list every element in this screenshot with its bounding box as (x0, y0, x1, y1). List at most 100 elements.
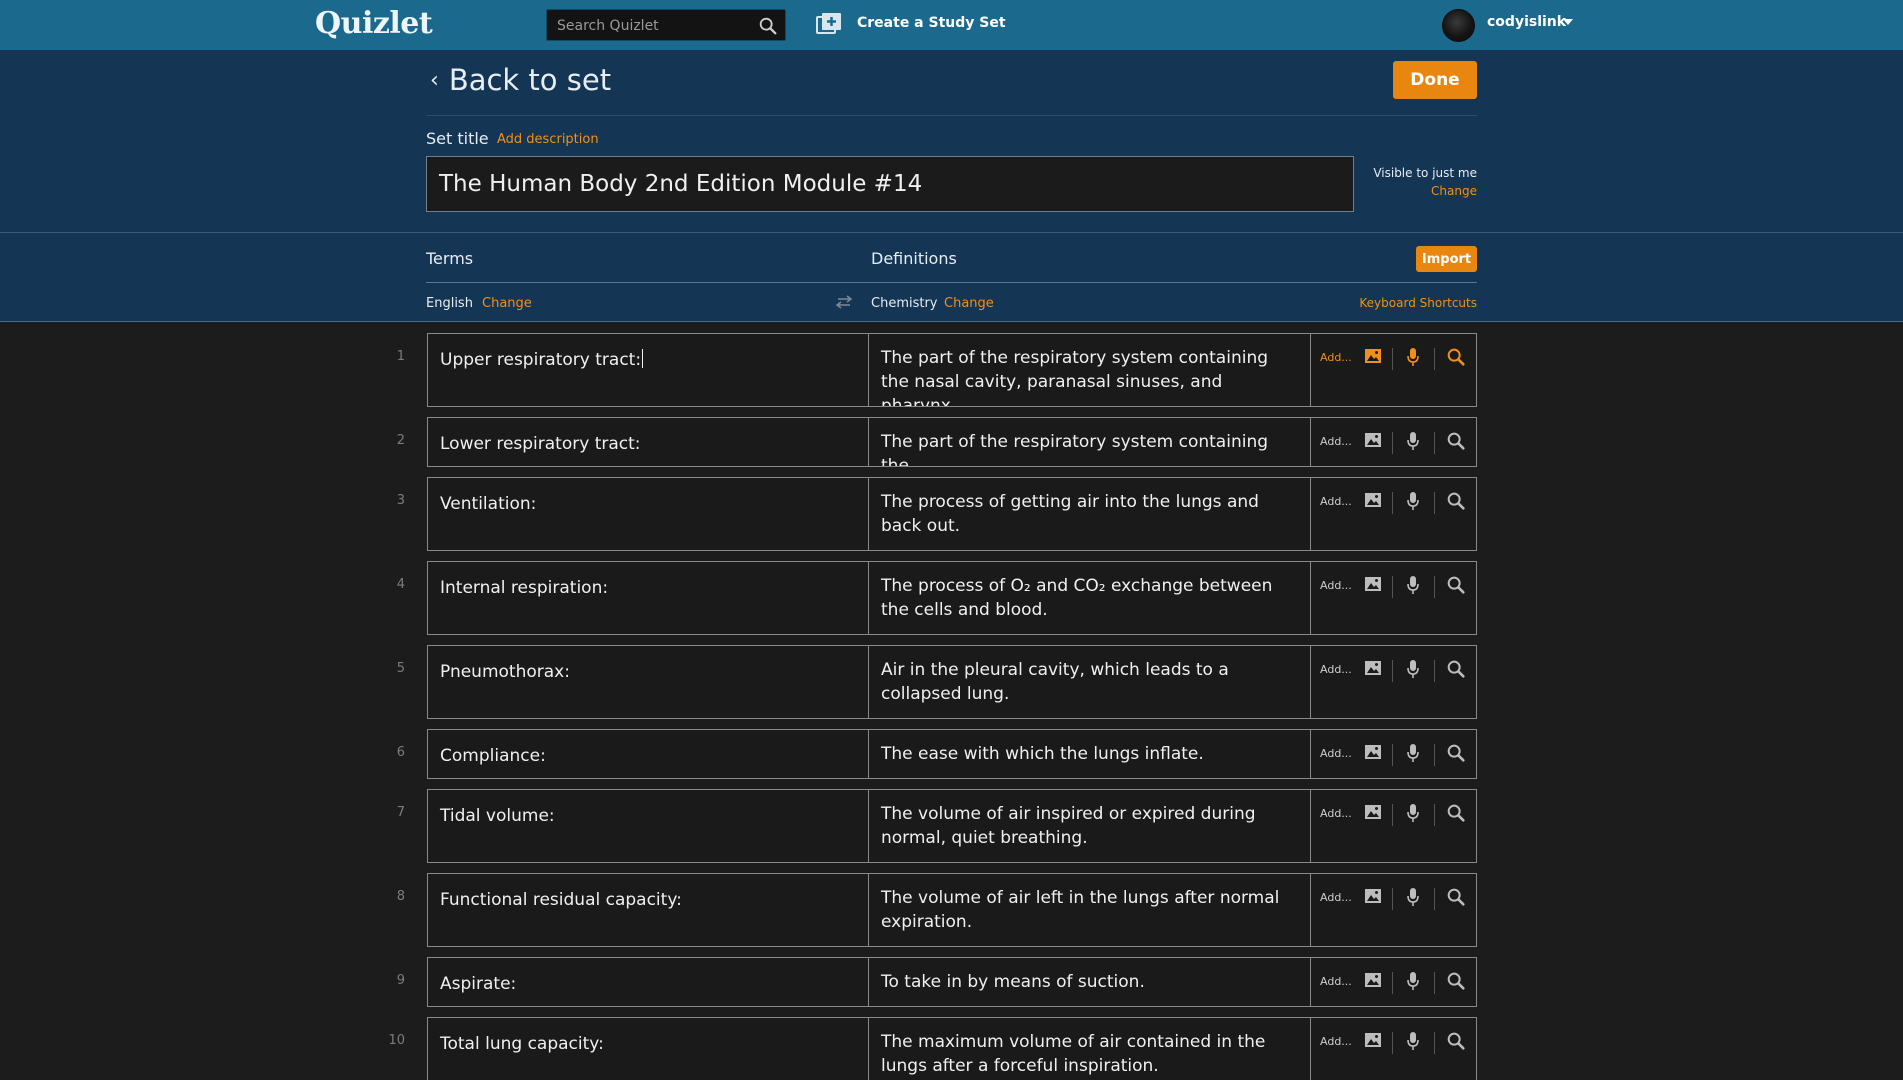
divider (1392, 1032, 1393, 1054)
term-language-change-link[interactable]: Change (482, 296, 532, 311)
image-icon[interactable] (1364, 888, 1382, 904)
chevron-left-icon: ‹ (430, 67, 439, 93)
divider (1434, 888, 1435, 910)
divider (1434, 432, 1435, 454)
create-set-icon[interactable] (816, 12, 842, 36)
microphone-icon[interactable] (1406, 431, 1420, 451)
image-icon[interactable] (1364, 1032, 1382, 1048)
search-icon[interactable] (1445, 490, 1467, 512)
add-image-link[interactable]: Add... (1320, 663, 1352, 676)
image-icon[interactable] (1364, 804, 1382, 820)
microphone-icon[interactable] (1406, 803, 1420, 823)
search-icon[interactable] (1445, 1030, 1467, 1052)
definition-input[interactable]: The part of the respiratory system conta… (869, 334, 1311, 406)
image-icon[interactable] (1364, 348, 1382, 364)
card-number: 4 (396, 577, 405, 592)
username[interactable]: codyislink (1487, 14, 1566, 30)
definition-language-change-link[interactable]: Change (944, 296, 994, 311)
definition-input[interactable]: The part of the respiratory system conta… (869, 418, 1311, 466)
text-cursor (642, 349, 644, 368)
back-to-set-link[interactable]: ‹ Back to set (430, 62, 611, 98)
term-input[interactable]: Compliance: (428, 730, 869, 778)
term-input[interactable]: Functional residual capacity: (428, 874, 869, 946)
add-image-link[interactable]: Add... (1320, 495, 1352, 508)
search-icon[interactable] (1445, 970, 1467, 992)
term-text: Compliance: (440, 746, 546, 766)
chevron-down-icon[interactable] (1563, 19, 1573, 25)
definition-input[interactable]: The process of O₂ and CO₂ exchange betwe… (869, 562, 1311, 634)
add-description-link[interactable]: Add description (497, 132, 599, 147)
search-icon[interactable] (1445, 802, 1467, 824)
back-label: Back to set (448, 63, 612, 97)
avatar[interactable] (1442, 9, 1475, 42)
microphone-icon[interactable] (1406, 743, 1420, 763)
set-title-input[interactable]: The Human Body 2nd Edition Module #14 (426, 156, 1354, 212)
divider (1434, 492, 1435, 514)
add-image-link[interactable]: Add... (1320, 579, 1352, 592)
image-icon[interactable] (1364, 576, 1382, 592)
term-input[interactable]: Aspirate: (428, 958, 869, 1006)
term-input[interactable]: Tidal volume: (428, 790, 869, 862)
image-icon[interactable] (1364, 744, 1382, 760)
microphone-icon[interactable] (1406, 491, 1420, 511)
search-icon[interactable] (1445, 430, 1467, 452)
add-image-link[interactable]: Add... (1320, 975, 1352, 988)
add-image-link[interactable]: Add... (1320, 351, 1352, 364)
definition-input[interactable]: The maximum volume of air contained in t… (869, 1018, 1311, 1080)
import-button[interactable]: Import (1416, 246, 1477, 272)
card-row: Ventilation: The process of getting air i… (427, 477, 1477, 551)
top-nav: Quizlet Search Quizlet Create a Study Se… (0, 0, 1903, 50)
term-input[interactable]: Ventilation: (428, 478, 869, 550)
definition-input[interactable]: The volume of air left in the lungs afte… (869, 874, 1311, 946)
microphone-icon[interactable] (1406, 887, 1420, 907)
quizlet-logo[interactable]: Quizlet (315, 6, 433, 41)
definition-input[interactable]: The process of getting air into the lung… (869, 478, 1311, 550)
definition-input[interactable]: The volume of air inspired or expired du… (869, 790, 1311, 862)
microphone-icon[interactable] (1406, 971, 1420, 991)
card-number: 2 (396, 433, 405, 448)
search-icon[interactable] (1445, 574, 1467, 596)
term-input[interactable]: Total lung capacity: (428, 1018, 869, 1080)
search-icon[interactable] (1445, 742, 1467, 764)
term-input[interactable]: Upper respiratory tract: (428, 334, 869, 406)
add-image-link[interactable]: Add... (1320, 1035, 1352, 1048)
card-tools: Add... (1311, 730, 1476, 778)
divider (1392, 744, 1393, 766)
microphone-icon[interactable] (1406, 659, 1420, 679)
microphone-icon[interactable] (1406, 347, 1420, 367)
keyboard-shortcuts-link[interactable]: Keyboard Shortcuts (1359, 296, 1477, 310)
card-number: 5 (396, 661, 405, 676)
definition-input[interactable]: The ease with which the lungs inflate. (869, 730, 1311, 778)
image-icon[interactable] (1364, 660, 1382, 676)
microphone-icon[interactable] (1406, 575, 1420, 595)
microphone-icon[interactable] (1406, 1031, 1420, 1051)
swap-icon[interactable] (835, 295, 853, 309)
divider (1434, 744, 1435, 766)
term-input[interactable]: Pneumothorax: (428, 646, 869, 718)
search-icon[interactable] (1445, 886, 1467, 908)
search-icon[interactable] (1445, 658, 1467, 680)
add-image-link[interactable]: Add... (1320, 891, 1352, 904)
image-icon[interactable] (1364, 972, 1382, 988)
add-image-link[interactable]: Add... (1320, 435, 1352, 448)
search-box[interactable]: Search Quizlet (546, 9, 786, 41)
add-image-link[interactable]: Add... (1320, 747, 1352, 760)
search-icon[interactable] (1445, 346, 1467, 368)
definition-input[interactable]: Air in the pleural cavity, which leads t… (869, 646, 1311, 718)
search-input[interactable]: Search Quizlet (557, 18, 659, 34)
search-icon[interactable] (757, 15, 779, 37)
divider (1392, 576, 1393, 598)
image-icon[interactable] (1364, 492, 1382, 508)
visibility-change-link[interactable]: Change (1431, 184, 1477, 198)
divider (1392, 804, 1393, 826)
create-study-set-link[interactable]: Create a Study Set (857, 15, 1006, 31)
add-image-link[interactable]: Add... (1320, 807, 1352, 820)
definition-input[interactable]: To take in by means of suction. (869, 958, 1311, 1006)
done-button[interactable]: Done (1393, 61, 1477, 99)
term-input[interactable]: Internal respiration: (428, 562, 869, 634)
card-tools: Add... (1311, 646, 1476, 718)
image-icon[interactable] (1364, 432, 1382, 448)
term-input[interactable]: Lower respiratory tract: (428, 418, 869, 466)
definition-language: Chemistry (871, 296, 938, 311)
visibility-label: Visible to just me (1373, 166, 1477, 180)
